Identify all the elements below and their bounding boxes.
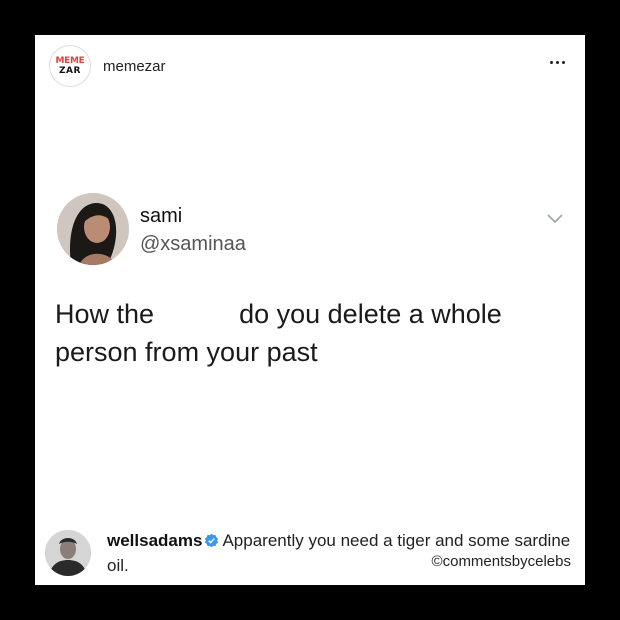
credit-watermark: ©commentsbycelebs: [431, 553, 571, 570]
account-avatar[interactable]: MEME ZAR: [49, 45, 91, 87]
logo-text-line2: ZAR: [59, 66, 81, 76]
account-name[interactable]: memezar: [103, 58, 166, 75]
tweet-handle[interactable]: @xsaminaa: [140, 233, 246, 256]
tweet-display-name[interactable]: sami: [140, 205, 182, 228]
post-header: MEME ZAR memezar: [35, 35, 585, 97]
more-options-icon[interactable]: [550, 61, 565, 64]
tweet-text-part1: How the: [55, 299, 155, 329]
tweet-avatar: [57, 193, 129, 265]
tweet-text: How the do you delete a whole person fro…: [55, 295, 565, 371]
verified-badge-icon: [204, 531, 219, 554]
logo-text-line1: MEME: [55, 56, 85, 66]
comment-username[interactable]: wellsadams: [107, 531, 202, 550]
post-card: MEME ZAR memezar sami @xsaminaa How the …: [35, 35, 585, 585]
comment-avatar[interactable]: [45, 530, 91, 576]
chevron-down-icon[interactable]: [547, 211, 563, 229]
